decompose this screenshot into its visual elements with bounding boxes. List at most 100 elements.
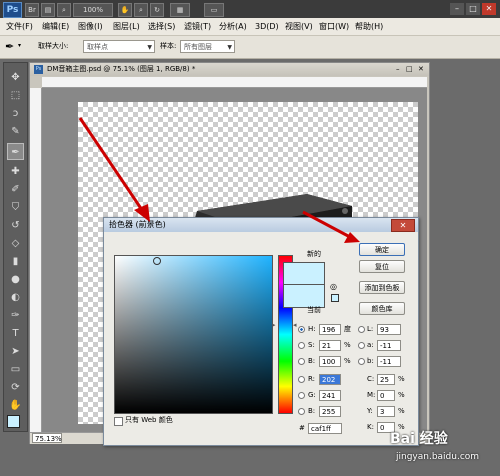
minimize-icon[interactable]: – (396, 63, 400, 76)
bridge-icon[interactable]: Br (25, 3, 39, 17)
saturation-radio[interactable] (298, 342, 305, 349)
menu-window[interactable]: 窗口(W) (317, 20, 351, 33)
photoshop-logo: Ps (3, 2, 22, 18)
reset-button[interactable]: 复位 (359, 260, 405, 273)
healing-tool-icon[interactable]: ✚ (7, 163, 24, 180)
chevron-down-icon[interactable]: ▾ (18, 42, 21, 49)
maximize-icon[interactable]: □ (406, 63, 413, 76)
green-radio[interactable] (298, 392, 305, 399)
move-tool-icon[interactable]: ✥ (7, 69, 24, 86)
blue-input[interactable]: 255 (319, 406, 341, 417)
menu-view[interactable]: 视图(V) (283, 20, 315, 33)
yellow-unit: % (398, 407, 405, 415)
saturation-input[interactable]: 21 (319, 340, 341, 351)
hue-slider-right-handle[interactable]: ◂ (293, 321, 297, 329)
menu-filter[interactable]: 滤镜(T) (182, 20, 213, 33)
history-brush-tool-icon[interactable]: ↺ (7, 217, 24, 234)
sample-size-label: 取样大小: (38, 42, 69, 50)
minimize-icon[interactable]: – (450, 3, 464, 15)
type-tool-icon[interactable]: T (7, 325, 24, 342)
foreground-color-swatch[interactable] (7, 415, 20, 428)
saturation-brightness-field[interactable] (114, 255, 273, 414)
menu-image[interactable]: 图像(I) (76, 20, 105, 33)
red-input[interactable]: 202 (319, 374, 341, 385)
eyedropper-icon[interactable]: ✒ (5, 40, 14, 53)
zoom-field[interactable]: 75.13% (32, 433, 62, 443)
chevron-down-icon: ▼ (227, 44, 232, 51)
menu-help[interactable]: 帮助(H) (353, 20, 385, 33)
dialog-title: 拾色器 (前景色) (109, 220, 166, 229)
cyan-input[interactable]: 25 (377, 374, 395, 385)
new-color-label: 新的 (307, 250, 321, 258)
menu-select[interactable]: 选择(S) (146, 20, 177, 33)
chevron-down-icon: ▼ (147, 44, 152, 51)
lasso-tool-icon[interactable]: ↄ (7, 105, 24, 122)
screen-mode-icon[interactable]: ▭ (204, 3, 224, 17)
3d-rotate-tool-icon[interactable]: ⟳ (7, 379, 24, 396)
blur-tool-icon[interactable]: ● (7, 271, 24, 288)
current-color-label: 当前 (307, 306, 321, 314)
lab-a-input[interactable]: -11 (377, 340, 401, 351)
path-select-tool-icon[interactable]: ➤ (7, 343, 24, 360)
menu-analysis[interactable]: 分析(A) (217, 20, 249, 33)
gradient-tool-icon[interactable]: ▮ (7, 253, 24, 270)
web-colors-only-checkbox[interactable] (114, 417, 123, 426)
document-tab[interactable]: Ps DM音箱主图.psd @ 75.1% (图层 1, RGB/8) * – … (30, 63, 429, 76)
lab-l-input[interactable]: 93 (377, 324, 401, 335)
web-safe-swatch-icon[interactable] (331, 294, 339, 302)
close-icon[interactable]: ✕ (391, 219, 415, 232)
color-picker-dialog: 拾色器 (前景色) ✕ ▸ ◂ 新的 当前 ◎ 确定 复位 添加到色板 颜色库 … (103, 217, 419, 446)
menu-3d[interactable]: 3D(D) (253, 20, 281, 33)
zoom-icon[interactable]: ⌕ (57, 3, 71, 17)
lab-a-radio[interactable] (358, 342, 365, 349)
vertical-ruler (30, 88, 42, 432)
stamp-tool-icon[interactable]: ⛉ (7, 199, 24, 216)
hue-slider-left-handle[interactable]: ▸ (272, 321, 276, 329)
hue-input[interactable]: 196 (319, 324, 341, 335)
rotate-view-icon[interactable]: ↻ (150, 3, 164, 17)
sample-size-select[interactable]: 取样点 ▼ (83, 40, 155, 53)
dialog-title-bar[interactable]: 拾色器 (前景色) ✕ (104, 218, 418, 232)
green-input[interactable]: 241 (319, 390, 341, 401)
lab-l-radio[interactable] (358, 326, 365, 333)
ok-button[interactable]: 确定 (359, 243, 405, 256)
brush-tool-icon[interactable]: ✐ (7, 181, 24, 198)
lab-b-radio[interactable] (358, 358, 365, 365)
add-to-swatches-button[interactable]: 添加到色板 (359, 281, 405, 294)
color-cursor[interactable] (153, 257, 161, 265)
hex-input[interactable]: caf1ff (308, 423, 342, 434)
blue-radio[interactable] (298, 408, 305, 415)
watermark-url: jingyan.baidu.com (396, 452, 480, 462)
brightness-label: B: (308, 357, 316, 365)
hand-tool-icon[interactable]: ✋ (7, 397, 24, 414)
brightness-input[interactable]: 100 (319, 356, 341, 367)
sample-select[interactable]: 所有图层 ▼ (180, 40, 235, 53)
eraser-tool-icon[interactable]: ◇ (7, 235, 24, 252)
eyedropper-tool-icon[interactable]: ✒ (7, 143, 24, 160)
dodge-tool-icon[interactable]: ◐ (7, 289, 24, 306)
view-extras-icon[interactable]: ▤ (41, 3, 55, 17)
menu-layer[interactable]: 图层(L) (111, 20, 142, 33)
hand-icon[interactable]: ✋ (118, 3, 132, 17)
red-radio[interactable] (298, 376, 305, 383)
close-icon[interactable]: ✕ (418, 63, 424, 76)
quick-select-tool-icon[interactable]: ✎ (7, 123, 24, 140)
close-icon[interactable]: ✕ (482, 3, 496, 15)
hue-radio[interactable] (298, 326, 305, 333)
color-libraries-button[interactable]: 颜色库 (359, 302, 405, 315)
out-of-gamut-icon[interactable]: ◎ (330, 282, 337, 291)
menu-edit[interactable]: 编辑(E) (40, 20, 71, 33)
maximize-icon[interactable]: □ (466, 3, 480, 15)
lab-b-input[interactable]: -11 (377, 356, 401, 367)
magenta-input[interactable]: 0 (377, 390, 395, 401)
marquee-tool-icon[interactable]: ⬚ (7, 87, 24, 104)
tools-panel: ✥ ⬚ ↄ ✎ ⌗ ✒ ✚ ✐ ⛉ ↺ ◇ ▮ ● ◐ ✑ T ➤ ▭ ⟳ ✋ (3, 62, 28, 432)
shape-tool-icon[interactable]: ▭ (7, 361, 24, 378)
pen-tool-icon[interactable]: ✑ (7, 307, 24, 324)
zoom-level-select[interactable]: 100% (73, 3, 113, 17)
yellow-input[interactable]: 3 (377, 406, 395, 417)
arrange-documents-icon[interactable]: ▦ (170, 3, 190, 17)
menu-file[interactable]: 文件(F) (4, 20, 35, 33)
zoom-tool-icon[interactable]: ⌕ (134, 3, 148, 17)
brightness-radio[interactable] (298, 358, 305, 365)
